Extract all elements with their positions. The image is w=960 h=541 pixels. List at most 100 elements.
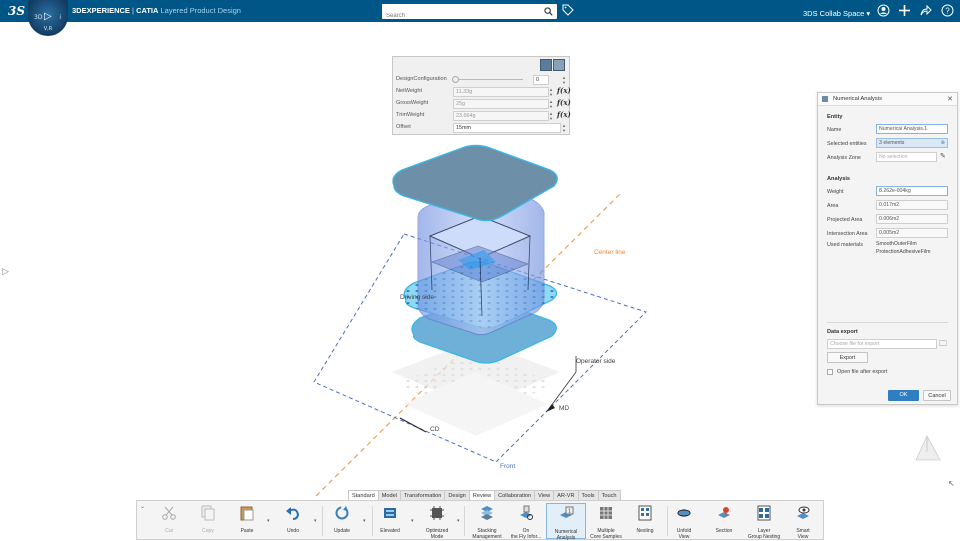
offset-label: Offset: [396, 124, 411, 130]
tab-collaboration[interactable]: Collaboration: [494, 490, 536, 500]
design-config-label: DesignConfiguration: [396, 76, 447, 82]
selected-entities-field[interactable]: 3 elements ⊗: [876, 138, 948, 148]
stepper-icon[interactable]: ▲ ▼: [548, 87, 554, 97]
cd-label: CD: [430, 426, 440, 433]
tab-review[interactable]: Review: [468, 490, 496, 500]
dropdown-icon[interactable]: ▾: [363, 518, 366, 524]
undo-icon: [286, 507, 300, 520]
top-bar: 3S 3DEXPERIENCE | CATIA Layered Product …: [0, 0, 960, 24]
close-icon[interactable]: ✕: [947, 95, 953, 103]
analysis-icon: [822, 96, 828, 102]
open-after-export-checkbox[interactable]: [827, 369, 833, 375]
stepper-icon[interactable]: ▲ ▼: [548, 111, 554, 121]
tab-touch[interactable]: Touch: [597, 490, 621, 500]
export-button[interactable]: Export: [827, 352, 868, 363]
unfold-view-button[interactable]: Unfold View: [664, 503, 704, 540]
section-button[interactable]: Section: [704, 503, 744, 539]
export-file-field[interactable]: Choose file for export: [827, 339, 937, 349]
brand-name: 3DEXPERIENCE: [72, 6, 130, 15]
ds-logo[interactable]: 3S: [8, 4, 25, 18]
tab-view[interactable]: View: [534, 490, 555, 500]
cancel-button[interactable]: Cancel: [923, 390, 951, 401]
optimized-mode-button[interactable]: Optimized Mode: [417, 503, 457, 540]
scissors-icon: [162, 506, 176, 520]
table-icon[interactable]: [540, 59, 552, 71]
formula-icon[interactable]: f(x): [557, 86, 571, 95]
settings-icon[interactable]: [553, 59, 565, 71]
tab-model[interactable]: Model: [377, 490, 401, 500]
tab-standard[interactable]: Standard: [348, 490, 379, 500]
analysis-section-title: Analysis: [827, 176, 851, 182]
selected-entities-value: 3 elements: [879, 140, 905, 146]
weight-label: Weight: [827, 189, 844, 195]
ok-button[interactable]: OK: [888, 390, 919, 401]
update-button[interactable]: Update: [322, 503, 362, 539]
dropdown-icon[interactable]: ▾: [267, 518, 270, 524]
undo-button[interactable]: Undo: [273, 503, 313, 539]
slider-knob[interactable]: [452, 76, 459, 83]
clear-selection-icon[interactable]: ⊗: [941, 139, 945, 148]
dropdown-icon[interactable]: ▾: [314, 518, 317, 524]
on-the-fly-button[interactable]: On the Fly Infor...: [506, 503, 546, 540]
paste-button[interactable]: Paste: [227, 503, 267, 539]
name-field[interactable]: Numerical Analysis.1: [876, 124, 948, 134]
copy-button[interactable]: Copy: [188, 503, 228, 539]
help-icon[interactable]: ?: [941, 4, 954, 17]
user-icon[interactable]: [877, 4, 890, 17]
gross-weight-field[interactable]: 25g: [453, 99, 549, 109]
share-icon[interactable]: [919, 4, 932, 17]
tab-design[interactable]: Design: [444, 490, 470, 500]
compass-widget[interactable]: 3D ▷ i V,R: [28, 0, 68, 36]
search-box[interactable]: [382, 4, 557, 24]
folder-icon[interactable]: 🗀: [939, 338, 947, 352]
design-config-value[interactable]: 0: [533, 75, 549, 85]
search-icon[interactable]: [544, 7, 553, 16]
chevron-down-icon[interactable]: ⌄: [140, 503, 145, 510]
smart-view-icon: [797, 506, 810, 519]
divider: [827, 322, 948, 323]
layer-group-nesting-button[interactable]: Layer Group Nesting: [744, 503, 784, 540]
compass-version: V,R: [43, 26, 53, 32]
play-icon[interactable]: ▷: [44, 11, 52, 22]
md-label: MD: [559, 405, 569, 412]
intersection-area-label: Intersection Area: [827, 231, 868, 237]
svg-text:1: 1: [568, 509, 571, 515]
stepper-icon[interactable]: ▲ ▼: [561, 123, 567, 133]
dropdown-icon[interactable]: ▾: [411, 518, 414, 524]
layer-group-icon: [757, 505, 771, 521]
numerical-analysis-button[interactable]: 1 Numerical Analysis: [546, 503, 586, 541]
collab-space-selector[interactable]: 3DS Collab Space ▾: [803, 9, 870, 18]
panel-title-bar[interactable]: Numerical Analysis ✕: [818, 93, 957, 106]
gross-weight-label: GrossWeight: [396, 100, 429, 106]
formula-icon[interactable]: f(x): [557, 110, 571, 119]
operator-side-label: Operator side: [576, 358, 616, 365]
tag-icon[interactable]: [562, 4, 574, 16]
pencil-icon[interactable]: ✎: [940, 152, 946, 160]
action-label: Mode: [430, 534, 444, 540]
cut-button[interactable]: Cut: [149, 503, 189, 539]
offset-field[interactable]: 15mm: [453, 123, 561, 133]
action-label: Cut: [165, 528, 173, 534]
dropdown-icon[interactable]: ▾: [457, 518, 460, 524]
multiple-core-samples-button[interactable]: Multiple Core Samples: [586, 503, 626, 540]
orientation-triad[interactable]: [915, 435, 941, 461]
action-label: Section: [715, 528, 733, 534]
panel-title: Numerical Analysis: [833, 96, 882, 102]
action-label: View: [678, 534, 690, 540]
trim-weight-field[interactable]: 23.664g: [453, 111, 549, 121]
nesting-button[interactable]: Nesting: [625, 503, 665, 539]
tab-tools[interactable]: Tools: [577, 490, 599, 500]
tab-transformation[interactable]: Transformation: [399, 490, 446, 500]
stepper-icon[interactable]: ▲ ▼: [548, 99, 554, 109]
intersection-area-field: 0.005m2: [876, 228, 948, 238]
net-weight-field[interactable]: 11.33g: [453, 87, 549, 97]
plus-icon[interactable]: [898, 4, 911, 17]
tab-ar-vr[interactable]: AR-VR: [553, 490, 579, 500]
formula-icon[interactable]: f(x): [557, 98, 571, 107]
stepper-icon[interactable]: ▲ ▼: [561, 75, 567, 85]
smart-view-button[interactable]: Smart View: [783, 503, 823, 540]
elevated-button[interactable]: Elevated: [370, 503, 410, 539]
design-config-slider[interactable]: [453, 79, 523, 80]
stacking-management-button[interactable]: Stacking Management: [467, 503, 507, 540]
analysis-zone-field[interactable]: No selection: [876, 152, 937, 162]
